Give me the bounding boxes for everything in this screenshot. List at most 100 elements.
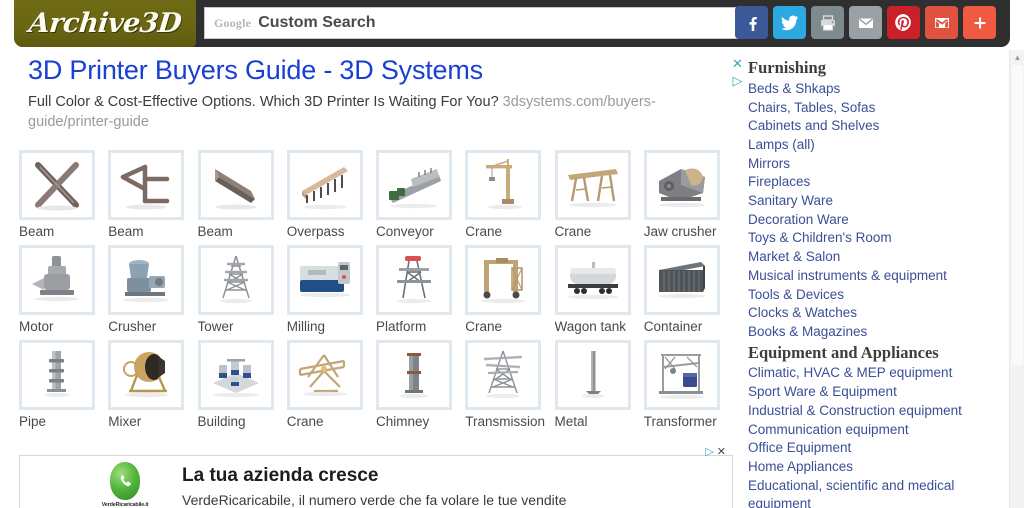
search-box[interactable]: Google Custom Search — [204, 7, 753, 39]
model-thumbnail[interactable] — [287, 150, 363, 220]
adchoices-icon[interactable]: ▷ — [705, 445, 713, 458]
derrick-crane-icon — [294, 347, 356, 403]
facebook-icon[interactable] — [735, 6, 768, 39]
sidebar-item-office-equipment[interactable]: Office Equipment — [748, 439, 996, 458]
model-card[interactable]: Beam — [19, 150, 108, 243]
model-thumbnail[interactable] — [19, 150, 95, 220]
gantry-crane-icon — [562, 157, 624, 213]
sidebar-item-sport-ware[interactable]: Sport Ware & Equipment — [748, 383, 996, 402]
sidebar-item-chairs-tables-sofas[interactable]: Chairs, Tables, Sofas — [748, 99, 996, 118]
model-thumbnail[interactable] — [465, 150, 541, 220]
model-thumbnail[interactable] — [287, 340, 363, 410]
sidebar-heading: Furnishing — [748, 58, 996, 78]
sidebar-item-musical-instruments[interactable]: Musical instruments & equipment — [748, 267, 996, 286]
model-card[interactable]: Crane — [465, 245, 554, 338]
jaw-crusher-icon — [651, 157, 713, 213]
model-card[interactable]: Building — [198, 340, 287, 433]
page-scrollbar[interactable]: ▲ — [1009, 50, 1024, 508]
model-card[interactable]: Wagon tank — [555, 245, 644, 338]
model-thumbnail[interactable] — [644, 245, 720, 315]
share-more-icon[interactable] — [963, 6, 996, 39]
scrollbar-thumb[interactable] — [1012, 65, 1023, 365]
pinterest-icon[interactable] — [887, 6, 920, 39]
google-brand-label: Google — [214, 16, 251, 31]
model-card[interactable]: Crane — [287, 340, 376, 433]
sidebar-item-books-magazines[interactable]: Books & Magazines — [748, 323, 996, 342]
metal-pole-icon — [562, 347, 624, 403]
gmail-icon[interactable] — [925, 6, 958, 39]
sidebar-item-decoration-ware[interactable]: Decoration Ware — [748, 211, 996, 230]
adchoices-icon[interactable]: ▷ — [732, 74, 742, 87]
model-card[interactable]: Crusher — [108, 245, 197, 338]
model-thumbnail[interactable] — [19, 245, 95, 315]
bottom-ad-title[interactable]: La tua azienda cresce — [182, 465, 378, 487]
sidebar-item-market-salon[interactable]: Market & Salon — [748, 248, 996, 267]
email-icon[interactable] — [849, 6, 882, 39]
model-card[interactable]: Container — [644, 245, 733, 338]
model-thumbnail[interactable] — [644, 150, 720, 220]
model-card[interactable]: Mixer — [108, 340, 197, 433]
sidebar-item-lamps[interactable]: Lamps (all) — [748, 136, 996, 155]
sidebar-item-beds-shkaps[interactable]: Beds & Shkaps — [748, 80, 996, 99]
sidebar-item-fireplaces[interactable]: Fireplaces — [748, 173, 996, 192]
sidebar-item-home-appliances[interactable]: Home Appliances — [748, 458, 996, 477]
model-card[interactable]: Overpass — [287, 150, 376, 243]
model-thumbnail[interactable] — [198, 340, 274, 410]
model-card[interactable]: Platform — [376, 245, 465, 338]
model-card[interactable]: Chimney — [376, 340, 465, 433]
model-card[interactable]: Metal — [555, 340, 644, 433]
close-icon[interactable]: ✕ — [732, 57, 743, 70]
print-icon[interactable] — [811, 6, 844, 39]
sidebar-item-communication-equipment[interactable]: Communication equipment — [748, 421, 996, 440]
scroll-up-icon[interactable]: ▲ — [1010, 50, 1024, 64]
ad-title-link[interactable]: 3D Printer Buyers Guide - 3D Systems — [28, 55, 728, 86]
sidebar-item-industrial-construction[interactable]: Industrial & Construction equipment — [748, 402, 996, 421]
model-card[interactable]: Beam — [198, 150, 287, 243]
model-card[interactable]: Beam — [108, 150, 197, 243]
model-thumbnail[interactable] — [108, 245, 184, 315]
model-card[interactable]: Jaw crusher — [644, 150, 733, 243]
twitter-icon[interactable] — [773, 6, 806, 39]
model-card[interactable]: Tower — [198, 245, 287, 338]
crusher-icon — [115, 252, 177, 308]
model-thumbnail[interactable] — [644, 340, 720, 410]
sidebar-item-climatic-hvac-mep[interactable]: Climatic, HVAC & MEP equipment — [748, 364, 996, 383]
model-thumbnail[interactable] — [465, 340, 541, 410]
model-card[interactable]: Motor — [19, 245, 108, 338]
sidebar-item-cabinets-shelves[interactable]: Cabinets and Shelves — [748, 117, 996, 136]
model-thumbnail[interactable] — [376, 150, 452, 220]
model-thumbnail[interactable] — [555, 340, 631, 410]
model-label: Jaw crusher — [644, 224, 733, 239]
model-thumbnail[interactable] — [108, 150, 184, 220]
site-logo[interactable]: Archive3D — [14, 0, 196, 47]
model-thumbnail[interactable] — [376, 245, 452, 315]
model-thumbnail[interactable] — [465, 245, 541, 315]
motor-icon — [26, 252, 88, 308]
model-card[interactable]: Transmission — [465, 340, 554, 433]
sidebar-item-sanitary-ware[interactable]: Sanitary Ware — [748, 192, 996, 211]
bottom-advertisement[interactable]: ▷ ✕ VerdeRicaricabile.it La tua azienda … — [19, 455, 733, 508]
model-card[interactable]: Milling — [287, 245, 376, 338]
sidebar-item-clocks-watches[interactable]: Clocks & Watches — [748, 304, 996, 323]
sidebar-item-mirrors[interactable]: Mirrors — [748, 155, 996, 174]
model-thumbnail[interactable] — [555, 245, 631, 315]
model-card[interactable]: Crane — [465, 150, 554, 243]
model-thumbnail[interactable] — [19, 340, 95, 410]
model-thumbnail[interactable] — [555, 150, 631, 220]
site-logo-text: Archive3D — [27, 8, 182, 39]
sidebar-item-tools-devices[interactable]: Tools & Devices — [748, 286, 996, 305]
model-thumbnail[interactable] — [198, 150, 274, 220]
close-icon[interactable]: ✕ — [717, 445, 726, 458]
model-card[interactable]: Conveyor — [376, 150, 465, 243]
search-input[interactable]: Custom Search — [258, 14, 375, 32]
model-card[interactable]: Pipe — [19, 340, 108, 433]
model-label: Milling — [287, 319, 376, 334]
sidebar-item-educational-scientific-medical[interactable]: Educational, scientific and medical equi… — [748, 477, 966, 508]
model-thumbnail[interactable] — [287, 245, 363, 315]
model-card[interactable]: Transformer — [644, 340, 733, 433]
model-card[interactable]: Crane — [555, 150, 644, 243]
model-thumbnail[interactable] — [198, 245, 274, 315]
sidebar-item-toys-childrens-room[interactable]: Toys & Children's Room — [748, 229, 996, 248]
model-thumbnail[interactable] — [108, 340, 184, 410]
model-thumbnail[interactable] — [376, 340, 452, 410]
